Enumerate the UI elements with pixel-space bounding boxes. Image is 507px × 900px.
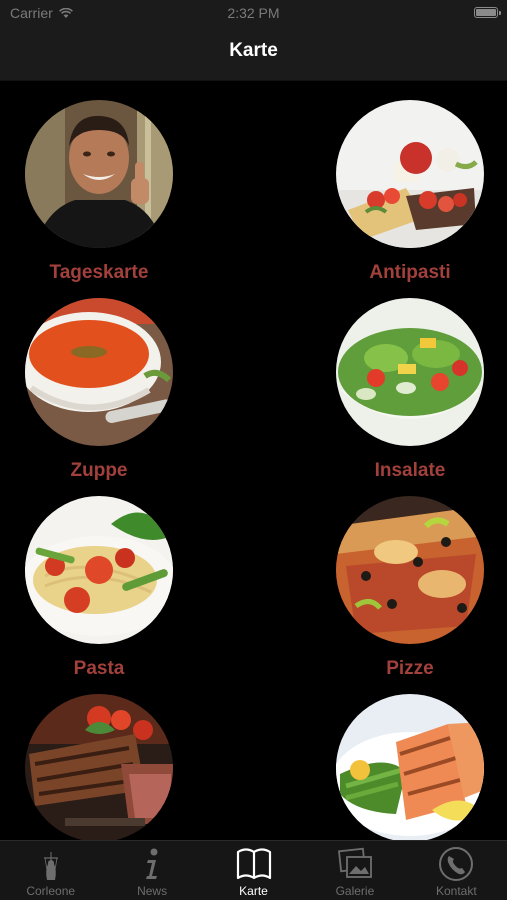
info-icon xyxy=(146,848,158,879)
tab-label-karte: Karte xyxy=(239,884,268,898)
tab-label-corleone: Corleone xyxy=(26,884,76,898)
tab-kontakt[interactable]: Kontakt xyxy=(406,841,507,900)
tab-label-galerie: Galerie xyxy=(335,884,375,898)
open-book-icon xyxy=(236,848,271,880)
pizza-photo[interactable] xyxy=(336,496,484,644)
tomato-soup-photo[interactable] xyxy=(25,298,173,446)
page-title: Karte xyxy=(229,40,278,61)
status-time: 2:32 PM xyxy=(227,5,280,21)
phone-icon xyxy=(439,847,474,881)
menu-item-tageskarte[interactable]: Tageskarte xyxy=(9,80,189,283)
navigation-bar: Karte xyxy=(0,26,507,81)
menu-item-zuppe[interactable]: Zuppe xyxy=(9,278,189,481)
steak-photo[interactable] xyxy=(25,694,173,842)
spaghetti-tomato-photo[interactable] xyxy=(25,496,173,644)
menu-item-antipasti[interactable]: Antipasti xyxy=(320,80,500,283)
app-screen: Carrier 2:32 PM Karte Tageskarte Antipas… xyxy=(0,0,507,900)
tab-galerie[interactable]: Galerie xyxy=(304,841,405,900)
tab-label-kontakt: Kontakt xyxy=(435,884,477,898)
chef-thumbs-up-photo[interactable] xyxy=(25,100,173,248)
menu-grid: Tageskarte Antipasti Zuppe Insalate Past… xyxy=(0,80,507,842)
tab-bar: Corleone News Karte Galerie Kontakt xyxy=(0,840,507,900)
grilled-salmon-photo[interactable] xyxy=(336,694,484,842)
tab-news[interactable]: News xyxy=(101,841,202,900)
status-bar: Carrier 2:32 PM xyxy=(0,0,507,26)
tab-corleone[interactable]: Corleone xyxy=(0,841,101,900)
tab-karte[interactable]: Karte xyxy=(203,841,304,900)
menu-item-insalate[interactable]: Insalate xyxy=(320,278,500,481)
tab-label-news: News xyxy=(137,884,168,898)
salad-bowl-photo[interactable] xyxy=(336,298,484,446)
godfather-puppeteer-icon xyxy=(43,852,58,880)
menu-item-pasta[interactable]: Pasta xyxy=(9,476,189,679)
battery-level xyxy=(476,9,496,16)
photos-icon xyxy=(337,847,372,878)
battery-icon xyxy=(474,7,501,18)
bruschetta-photo[interactable] xyxy=(336,100,484,248)
menu-item-pizze[interactable]: Pizze xyxy=(320,476,500,679)
